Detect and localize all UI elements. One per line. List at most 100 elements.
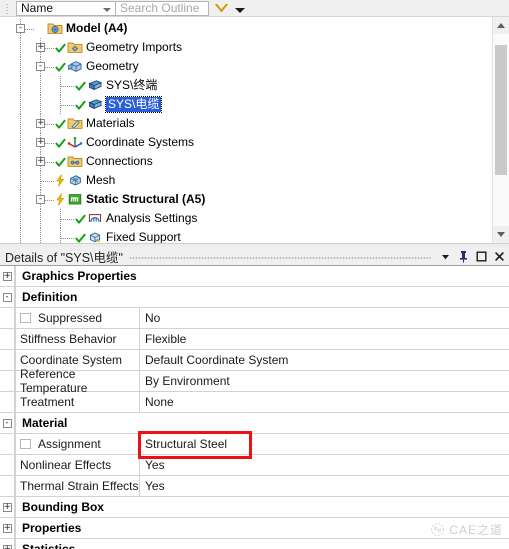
- tree-item-geometry[interactable]: - Geometry: [0, 57, 487, 76]
- name-filter-value: Name: [21, 0, 54, 15]
- coordinate-systems-icon: [67, 135, 84, 150]
- tree-connector-line: [40, 95, 42, 114]
- tree-connector-line: [40, 76, 42, 95]
- details-row-reference-temperature[interactable]: Reference Temperature By Environment: [0, 367, 509, 395]
- tree-connector-line: [20, 152, 22, 171]
- status-check-icon: [75, 81, 86, 91]
- details-property-value[interactable]: By Environment: [140, 371, 509, 391]
- pin-icon[interactable]: [455, 248, 471, 264]
- section-expand-icon[interactable]: +: [2, 544, 12, 549]
- body-icon: [87, 78, 104, 93]
- details-property-label: Thermal Strain Effects: [20, 479, 139, 493]
- dropdown-caret-icon[interactable]: [437, 248, 453, 264]
- model-folder-icon: [47, 21, 64, 36]
- details-property-name: Stiffness Behavior: [15, 329, 140, 349]
- section-expand-icon[interactable]: +: [2, 271, 12, 281]
- details-row-thermal-strain-effects[interactable]: Thermal Strain Effects Yes: [0, 476, 509, 497]
- tree-expand-icon[interactable]: +: [36, 138, 45, 147]
- details-section-material[interactable]: - Material: [0, 413, 509, 434]
- scroll-up-button[interactable]: [493, 17, 509, 34]
- section-expand-icon[interactable]: +: [2, 523, 12, 533]
- details-section-graphics-properties[interactable]: + Graphics Properties: [0, 266, 509, 287]
- outline-tree[interactable]: - Model (A4) + Geometry Imports - Geometry SYS…: [0, 17, 509, 243]
- details-row-gutter: -: [0, 413, 15, 433]
- section-collapse-icon[interactable]: -: [2, 292, 12, 302]
- ansys-mechanical-window: Name Search Outline - Model (A4) + Geometry…: [0, 0, 509, 549]
- tree-expand-icon[interactable]: +: [36, 157, 45, 166]
- details-property-label: Stiffness Behavior: [20, 332, 117, 346]
- tree-connector-line: [60, 228, 62, 243]
- details-property-value[interactable]: Yes: [140, 476, 509, 496]
- details-grid[interactable]: + Graphics Properties - Definition Suppresse…: [0, 265, 509, 549]
- details-property-label: Assignment: [38, 437, 101, 451]
- tree-expand-icon[interactable]: +: [36, 119, 45, 128]
- tree-item-sys[interactable]: SYS\电缆: [0, 95, 487, 114]
- details-row-gutter: [0, 434, 15, 454]
- tree-item-label: Model (A4): [66, 21, 128, 35]
- name-filter-select[interactable]: Name: [16, 0, 116, 16]
- details-section-bounding-box[interactable]: + Bounding Box: [0, 497, 509, 518]
- search-outline-input[interactable]: Search Outline: [116, 0, 209, 16]
- filter-chevron-icon[interactable]: [214, 1, 229, 15]
- search-outline-placeholder: Search Outline: [120, 0, 200, 15]
- property-checkbox[interactable]: [20, 439, 31, 449]
- details-row-gutter: +: [0, 518, 15, 538]
- tree-connector-line: [20, 38, 22, 57]
- details-row-assignment[interactable]: Assignment Structural Steel: [0, 434, 509, 455]
- scroll-down-button[interactable]: [493, 226, 509, 243]
- connections-icon: [67, 154, 84, 169]
- outline-vertical-scrollbar[interactable]: [492, 17, 509, 243]
- details-section-label: Definition: [15, 287, 509, 307]
- details-property-value[interactable]: No: [140, 308, 509, 328]
- toolbar-grip[interactable]: [2, 1, 12, 15]
- geometry-icon: [67, 59, 84, 74]
- details-property-value[interactable]: Default Coordinate System: [140, 350, 509, 370]
- status-lightning-icon: [55, 174, 66, 187]
- details-property-name: Suppressed: [15, 308, 140, 328]
- tree-collapse-icon[interactable]: -: [16, 24, 25, 33]
- tree-item-coordinate-systems[interactable]: + Coordinate Systems: [0, 133, 487, 152]
- tree-item-label: Mesh: [86, 173, 116, 187]
- toolbar-dropdown-caret-icon[interactable]: [235, 8, 245, 13]
- tree-item-model-a4[interactable]: - Model (A4): [0, 19, 487, 38]
- body-icon: [87, 97, 104, 112]
- watermark: CAE之道: [430, 521, 503, 538]
- tree-connector-line: [61, 105, 74, 107]
- details-row-nonlinear-effects[interactable]: Nonlinear Effects Yes: [0, 455, 509, 476]
- tree-item-sys[interactable]: SYS\终端: [0, 76, 487, 95]
- details-row-suppressed[interactable]: Suppressed No: [0, 308, 509, 329]
- tree-collapse-icon[interactable]: -: [36, 62, 45, 71]
- details-section-statistics[interactable]: + Statistics: [0, 539, 509, 549]
- outline-toolbar: Name Search Outline: [0, 0, 509, 17]
- tree-collapse-icon[interactable]: -: [36, 195, 45, 204]
- tree-item-mesh[interactable]: Mesh: [0, 171, 487, 190]
- tree-item-materials[interactable]: + Materials: [0, 114, 487, 133]
- details-row-treatment[interactable]: Treatment None: [0, 392, 509, 413]
- tree-item-analysis-settings[interactable]: Analysis Settings: [0, 209, 487, 228]
- close-icon[interactable]: [491, 248, 507, 264]
- tree-connector-line: [20, 228, 22, 243]
- details-panel-header: Details of "SYS\电缆": [0, 247, 509, 265]
- geometry-imports-icon: [67, 40, 84, 55]
- maximize-icon[interactable]: [473, 248, 489, 264]
- details-section-definition[interactable]: - Definition: [0, 287, 509, 308]
- details-row-stiffness-behavior[interactable]: Stiffness Behavior Flexible: [0, 329, 509, 350]
- tree-item-connections[interactable]: + Connections: [0, 152, 487, 171]
- details-property-label: Treatment: [20, 395, 75, 409]
- tree-item-label: Static Structural (A5): [86, 192, 206, 206]
- scrollbar-thumb[interactable]: [495, 45, 507, 175]
- tree-item-geometry-imports[interactable]: + Geometry Imports: [0, 38, 487, 57]
- section-expand-icon[interactable]: +: [2, 502, 12, 512]
- details-property-value[interactable]: Structural Steel: [140, 434, 509, 454]
- details-property-value[interactable]: Yes: [140, 455, 509, 475]
- tree-item-fixed-support[interactable]: Fixed Support: [0, 228, 487, 243]
- cae-logo-icon: [431, 523, 445, 536]
- details-property-value[interactable]: Flexible: [140, 329, 509, 349]
- status-lightning-icon: [55, 193, 66, 206]
- property-checkbox[interactable]: [20, 313, 31, 323]
- tree-item-static-structural-a5[interactable]: - Static Structural (A5): [0, 190, 487, 209]
- section-collapse-icon[interactable]: -: [2, 418, 12, 428]
- tree-item-label: Geometry: [86, 59, 139, 73]
- tree-expand-icon[interactable]: +: [36, 43, 45, 52]
- details-property-value[interactable]: None: [140, 392, 509, 412]
